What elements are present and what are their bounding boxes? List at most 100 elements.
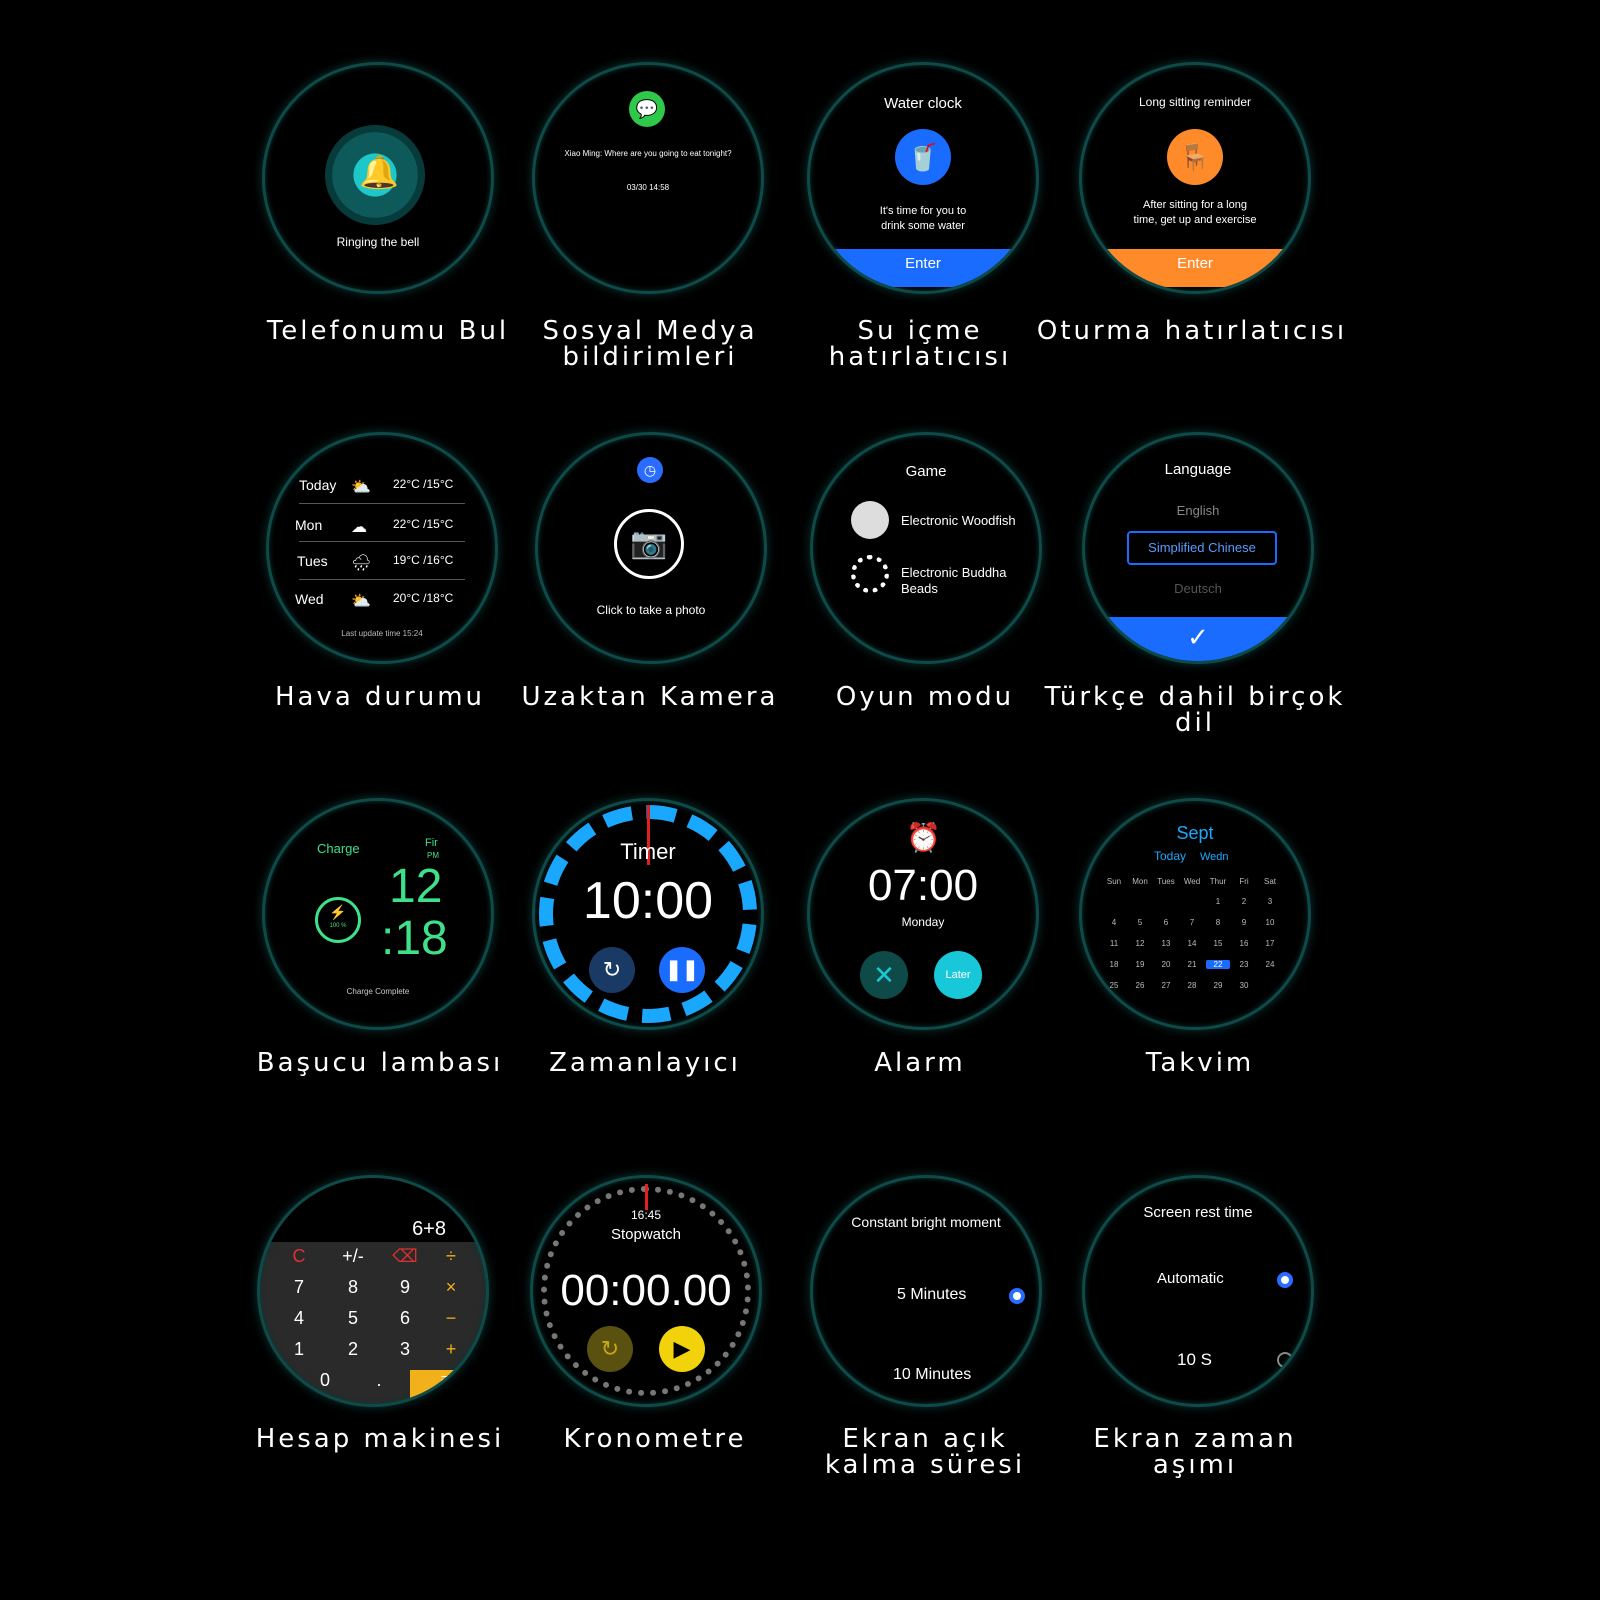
calendar-cell[interactable]: 10 bbox=[1258, 918, 1282, 927]
feature-label: Zamanlayıcı bbox=[549, 1048, 741, 1078]
calendar-cell[interactable]: 15 bbox=[1206, 939, 1230, 948]
play-button[interactable]: ▶ bbox=[659, 1326, 705, 1372]
wechat-icon: 💬 bbox=[629, 91, 665, 127]
calendar-cell[interactable]: 4 bbox=[1102, 918, 1126, 927]
pause-button[interactable]: ❚❚ bbox=[659, 947, 705, 993]
calendar-cell[interactable]: 6 bbox=[1154, 918, 1178, 927]
calculator-key[interactable]: 8 bbox=[338, 1277, 368, 1298]
watch-game-mode: Game Electronic Woodfish Electronic Budd… bbox=[810, 432, 1042, 664]
snooze-later-button[interactable]: Later bbox=[934, 951, 982, 999]
feature-label: Takvim bbox=[1145, 1048, 1255, 1078]
watch-bedside-lamp: Charge Fir PM 12 :18 ⚡ 100 % Charge Compl… bbox=[262, 798, 494, 1030]
calculator-key[interactable]: 9 bbox=[390, 1277, 420, 1298]
watch-stopwatch: 16:45 Stopwatch 00:00.00 ↻ ▶ bbox=[530, 1175, 762, 1407]
reset-button[interactable]: ↻ bbox=[587, 1326, 633, 1372]
calendar-cell[interactable]: 30 bbox=[1232, 981, 1256, 990]
enter-button[interactable]: Enter bbox=[1082, 249, 1308, 287]
calendar-cell: Sun bbox=[1106, 877, 1122, 886]
feature-label: Ekran zaman aşımı bbox=[1093, 1424, 1297, 1480]
calendar-cell[interactable]: 24 bbox=[1258, 960, 1282, 969]
calculator-key[interactable]: ⌫ bbox=[390, 1246, 420, 1267]
watch-calendar: Sept Today Wedn Sun Mon Tues Wed Thur Fri Sat 1… bbox=[1079, 798, 1311, 1030]
calculator-key[interactable]: 2 bbox=[338, 1339, 368, 1360]
calculator-keypad: C +/- ⌫ ÷ 7 8 9 × 4 5 6− 1 2 3 +0. = bbox=[260, 1246, 486, 1404]
calendar-cell[interactable]: 5 bbox=[1128, 918, 1152, 927]
calendar-cell[interactable]: 11 bbox=[1102, 939, 1126, 948]
calculator-key[interactable]: + bbox=[436, 1339, 466, 1360]
calendar-cell: Wed bbox=[1183, 877, 1201, 886]
calculator-key[interactable]: 4 bbox=[284, 1308, 314, 1329]
calculator-key[interactable]: C bbox=[284, 1246, 314, 1267]
charging-icon: ⚡ 100 % bbox=[315, 897, 361, 943]
selected-language[interactable]: Simplified Chinese bbox=[1127, 531, 1277, 565]
radio-selected[interactable] bbox=[1277, 1272, 1293, 1288]
calendar-cell: Thur bbox=[1209, 877, 1227, 886]
sitting-person-icon: 🪑 bbox=[1167, 129, 1223, 185]
watch-language: Language English Simplified Chinese Deut… bbox=[1082, 432, 1314, 664]
calendar-cell[interactable]: 12 bbox=[1128, 939, 1152, 948]
timer-icon[interactable]: ◷ bbox=[637, 457, 663, 483]
calculator-key[interactable]: × bbox=[436, 1277, 466, 1298]
calendar-cell[interactable]: 28 bbox=[1180, 981, 1204, 990]
calendar-cell: Mon bbox=[1132, 877, 1148, 886]
watch-screen-timeout: Screen rest time Automatic 10 S bbox=[1082, 1175, 1314, 1407]
feature-label: Sosyal Medya bildirimleri bbox=[542, 316, 758, 372]
calendar-cell[interactable]: 25 bbox=[1102, 981, 1126, 990]
radio-unselected[interactable] bbox=[1277, 1352, 1293, 1368]
calculator-key[interactable]: 3 bbox=[390, 1339, 420, 1360]
calendar-grid: Sun Mon Tues Wed Thur Fri Sat 1 2 3 4 5 6 7 8 9 10 11 12 13… bbox=[1102, 877, 1292, 1007]
feature-label: Kronometre bbox=[563, 1424, 747, 1454]
calculator-key[interactable]: 5 bbox=[338, 1308, 368, 1329]
calendar-day-today[interactable]: 22 bbox=[1206, 960, 1230, 969]
calendar-cell[interactable]: 16 bbox=[1232, 939, 1256, 948]
calendar-cell[interactable]: 26 bbox=[1128, 981, 1152, 990]
bell-icon: 🔔 bbox=[325, 125, 425, 225]
calendar-cell[interactable]: 17 bbox=[1258, 939, 1282, 948]
watch-screen-on-duration: Constant bright moment 5 Minutes 10 Minu… bbox=[810, 1175, 1042, 1407]
calendar-cell[interactable]: 23 bbox=[1232, 960, 1256, 969]
calendar-cell[interactable]: 1 bbox=[1206, 897, 1230, 906]
calculator-key[interactable]: 0 bbox=[310, 1370, 340, 1391]
calendar-cell[interactable]: 19 bbox=[1128, 960, 1152, 969]
calendar-cell: Tues bbox=[1157, 877, 1175, 886]
watch-calculator: 6 +8 C +/- ⌫ ÷ 7 8 9 × 4 5 6− 1 2 3 +0. = bbox=[257, 1175, 489, 1407]
calculator-key[interactable]: = bbox=[410, 1370, 480, 1404]
water-cup-icon: 🥤 bbox=[895, 129, 951, 185]
reset-button[interactable]: ↻ bbox=[589, 947, 635, 993]
calendar-cell[interactable]: 14 bbox=[1180, 939, 1204, 948]
calendar-cell[interactable]: 20 bbox=[1154, 960, 1178, 969]
calendar-cell[interactable]: 18 bbox=[1102, 960, 1126, 969]
calculator-key[interactable]: ÷ bbox=[436, 1246, 466, 1267]
camera-icon[interactable]: 📷 bbox=[614, 509, 684, 579]
radio-selected[interactable] bbox=[1009, 1288, 1025, 1304]
calendar-cell[interactable]: 8 bbox=[1206, 918, 1230, 927]
calendar-cell[interactable]: 29 bbox=[1206, 981, 1230, 990]
calculator-key[interactable]: 7 bbox=[284, 1277, 314, 1298]
enter-button[interactable]: Enter bbox=[810, 249, 1036, 287]
calendar-cell[interactable]: 27 bbox=[1154, 981, 1178, 990]
confirm-check-button[interactable]: ✓ bbox=[1085, 617, 1311, 661]
feature-label: Su içme hatırlatıcısı bbox=[828, 316, 1012, 372]
calendar-cell[interactable]: 2 bbox=[1232, 897, 1256, 906]
feature-label: Alarm bbox=[874, 1048, 966, 1078]
weather-row: Mon ☁ 22°C /15°C bbox=[295, 517, 454, 536]
calculator-key[interactable]: − bbox=[436, 1308, 466, 1329]
radio-unselected[interactable] bbox=[1013, 1366, 1029, 1382]
buddha-beads-icon[interactable] bbox=[851, 555, 889, 593]
calculator-key[interactable]: 1 bbox=[284, 1339, 314, 1360]
stopwatch-hand bbox=[645, 1184, 648, 1210]
calendar-cell[interactable]: 21 bbox=[1180, 960, 1204, 969]
calculator-key[interactable]: +/- bbox=[338, 1246, 368, 1267]
watch-find-phone: 🔔 Ringing the bell bbox=[262, 62, 494, 294]
woodfish-icon[interactable] bbox=[851, 501, 889, 539]
calendar-cell[interactable]: 13 bbox=[1154, 939, 1178, 948]
calendar-cell[interactable]: 3 bbox=[1258, 897, 1282, 906]
calculator-key[interactable]: 6 bbox=[390, 1308, 420, 1329]
feature-label: Oturma hatırlatıcısı bbox=[1036, 316, 1348, 346]
calculator-key[interactable]: . bbox=[364, 1370, 394, 1391]
calendar-cell[interactable]: 7 bbox=[1180, 918, 1204, 927]
calendar-cell[interactable]: 9 bbox=[1232, 918, 1256, 927]
watch-alarm: ⏰ 07:00 Monday ✕ Later bbox=[807, 798, 1039, 1030]
watch-social-notifications: 💬 Xiao Ming: Where are you going to eat … bbox=[532, 62, 764, 294]
dismiss-button[interactable]: ✕ bbox=[860, 951, 908, 999]
